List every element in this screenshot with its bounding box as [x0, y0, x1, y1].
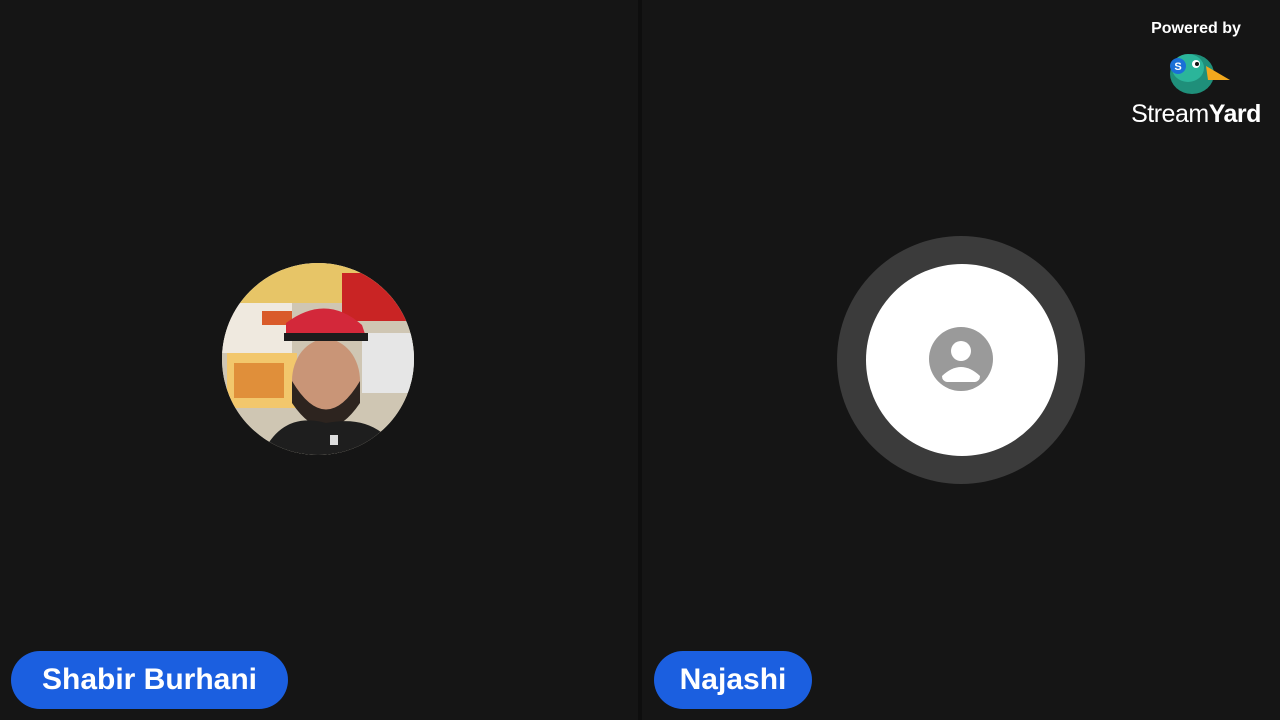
powered-by-branding: Powered by S StreamYard [1120, 16, 1272, 134]
participant-name: Shabir Burhani [41, 663, 258, 696]
powered-by-label: Powered by [1151, 20, 1241, 37]
name-tag-shabir: Shabir Burhani [11, 651, 288, 709]
participant-photo-avatar [222, 263, 414, 455]
streamyard-duck-icon: S [1164, 46, 1232, 96]
name-tag-najashi: Najashi [654, 651, 812, 709]
svg-text:S: S [1174, 61, 1181, 73]
participant-name: Najashi [679, 663, 787, 696]
user-icon [928, 326, 994, 392]
streamyard-wordmark: StreamYard [1131, 100, 1261, 128]
stream-stage: Shabir Burhani Najashi Powered by S Stre… [0, 0, 1280, 720]
